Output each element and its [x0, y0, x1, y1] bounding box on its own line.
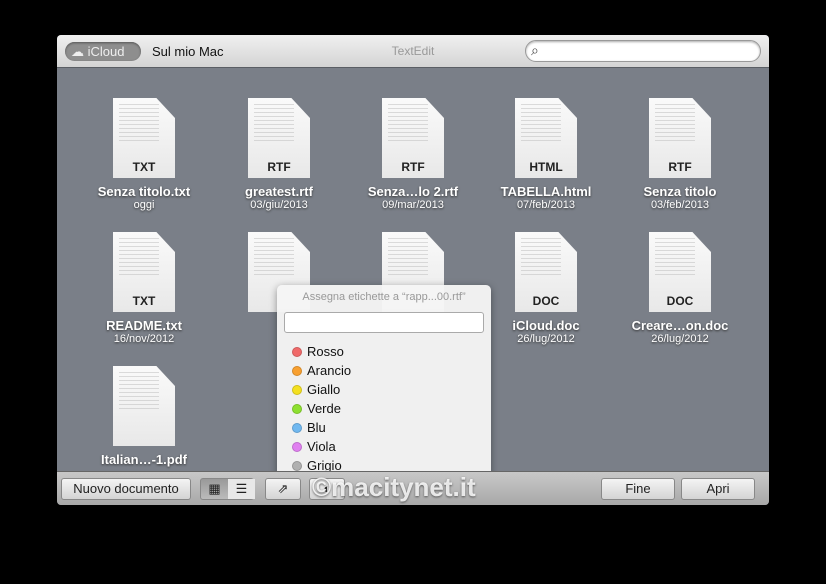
file-date: 07/feb/2013 — [516, 199, 576, 211]
file-item[interactable]: Italian…-1.pdf — [79, 366, 209, 467]
document-icon — [113, 366, 175, 446]
open-button[interactable]: Apri — [681, 478, 755, 500]
document-icon: DOC — [515, 232, 577, 312]
icon-view-icon[interactable]: ▦ — [201, 479, 228, 499]
document-icon: RTF — [248, 98, 310, 178]
cloud-icon: ☁ — [71, 44, 88, 59]
color-dot-icon — [292, 403, 302, 414]
file-date: 26/lug/2012 — [517, 333, 575, 345]
tag-option[interactable]: Viola — [292, 437, 389, 456]
color-dot-icon — [292, 460, 302, 471]
list-view-icon[interactable]: ☰ — [228, 479, 255, 499]
file-item[interactable]: HTML TABELLA.html 07/feb/2013 — [481, 98, 611, 211]
color-dot-icon — [292, 346, 302, 357]
tag-option[interactable]: Giallo — [292, 380, 389, 399]
tag-option[interactable]: Arancio — [292, 361, 389, 380]
file-item[interactable]: TXT README.txt 16/nov/2012 — [79, 232, 209, 345]
file-date: 16/nov/2012 — [113, 333, 175, 345]
tag-option[interactable]: Blu — [292, 418, 389, 437]
tag-input[interactable] — [284, 312, 484, 333]
new-document-button[interactable]: Nuovo documento — [61, 478, 191, 500]
open-dialog: ☁ iCloud Sul mio Mac TextEdit ⌕ TXT Senz… — [57, 35, 769, 505]
view-switcher[interactable]: ▦ ☰ — [200, 478, 255, 500]
share-button[interactable]: ⇗ — [265, 478, 301, 500]
toolbar: ☁ iCloud Sul mio Mac TextEdit ⌕ — [57, 35, 769, 68]
document-icon: RTF — [649, 98, 711, 178]
search-icon: ⌕ — [531, 42, 539, 58]
document-icon: HTML — [515, 98, 577, 178]
file-item[interactable]: RTF Senza…lo 2.rtf 09/mar/2013 — [348, 98, 478, 211]
file-date: 09/mar/2013 — [382, 199, 444, 211]
done-button[interactable]: Fine — [601, 478, 675, 500]
icloud-tab[interactable]: ☁ iCloud — [65, 42, 141, 61]
search-input[interactable]: ⌕ — [525, 40, 761, 62]
file-date: 03/giu/2013 — [250, 199, 308, 211]
file-item[interactable]: DOC iCloud.doc 26/lug/2012 — [481, 232, 611, 345]
document-icon: DOC — [649, 232, 711, 312]
file-item[interactable]: TXT Senza titolo.txt oggi — [79, 98, 209, 211]
document-icon: RTF — [382, 98, 444, 178]
file-item[interactable]: DOC Creare…on.doc 26/lug/2012 — [615, 232, 745, 345]
color-dot-icon — [292, 384, 302, 395]
file-date: 26/lug/2012 — [651, 333, 709, 345]
file-item[interactable]: RTF greatest.rtf 03/giu/2013 — [214, 98, 344, 211]
popover-title: Assegna etichette a “rapp...00.rtf” — [302, 291, 466, 303]
file-name: Italian…-1.pdf — [101, 452, 187, 467]
color-dot-icon — [292, 365, 302, 376]
file-date: 03/feb/2013 — [650, 199, 710, 211]
file-name: iCloud.doc — [512, 318, 580, 333]
share-icon: ⇗ — [277, 481, 289, 496]
file-name: Senza…lo 2.rtf — [367, 184, 459, 199]
color-dot-icon — [292, 422, 302, 433]
tag-option[interactable]: Verde — [292, 399, 389, 418]
file-date: oggi — [133, 199, 155, 211]
color-dot-icon — [292, 441, 302, 452]
file-name: greatest.rtf — [245, 184, 313, 199]
document-icon: TXT — [113, 232, 175, 312]
on-my-mac-tab[interactable]: Sul mio Mac — [152, 42, 224, 61]
document-icon: TXT — [113, 98, 175, 178]
file-name: Creare…on.doc — [631, 318, 729, 333]
file-name: Senza titolo.txt — [97, 184, 191, 199]
file-name: Senza titolo — [643, 184, 717, 199]
file-name: TABELLA.html — [500, 184, 592, 199]
tags-popover: Assegna etichette a “rapp...00.rtf” Ross… — [277, 285, 491, 505]
file-name: README.txt — [106, 318, 182, 333]
tag-option[interactable]: Rosso — [292, 342, 389, 361]
watermark: ©macitynet.it — [312, 472, 476, 502]
file-item[interactable]: RTF Senza titolo 03/feb/2013 — [615, 98, 745, 211]
